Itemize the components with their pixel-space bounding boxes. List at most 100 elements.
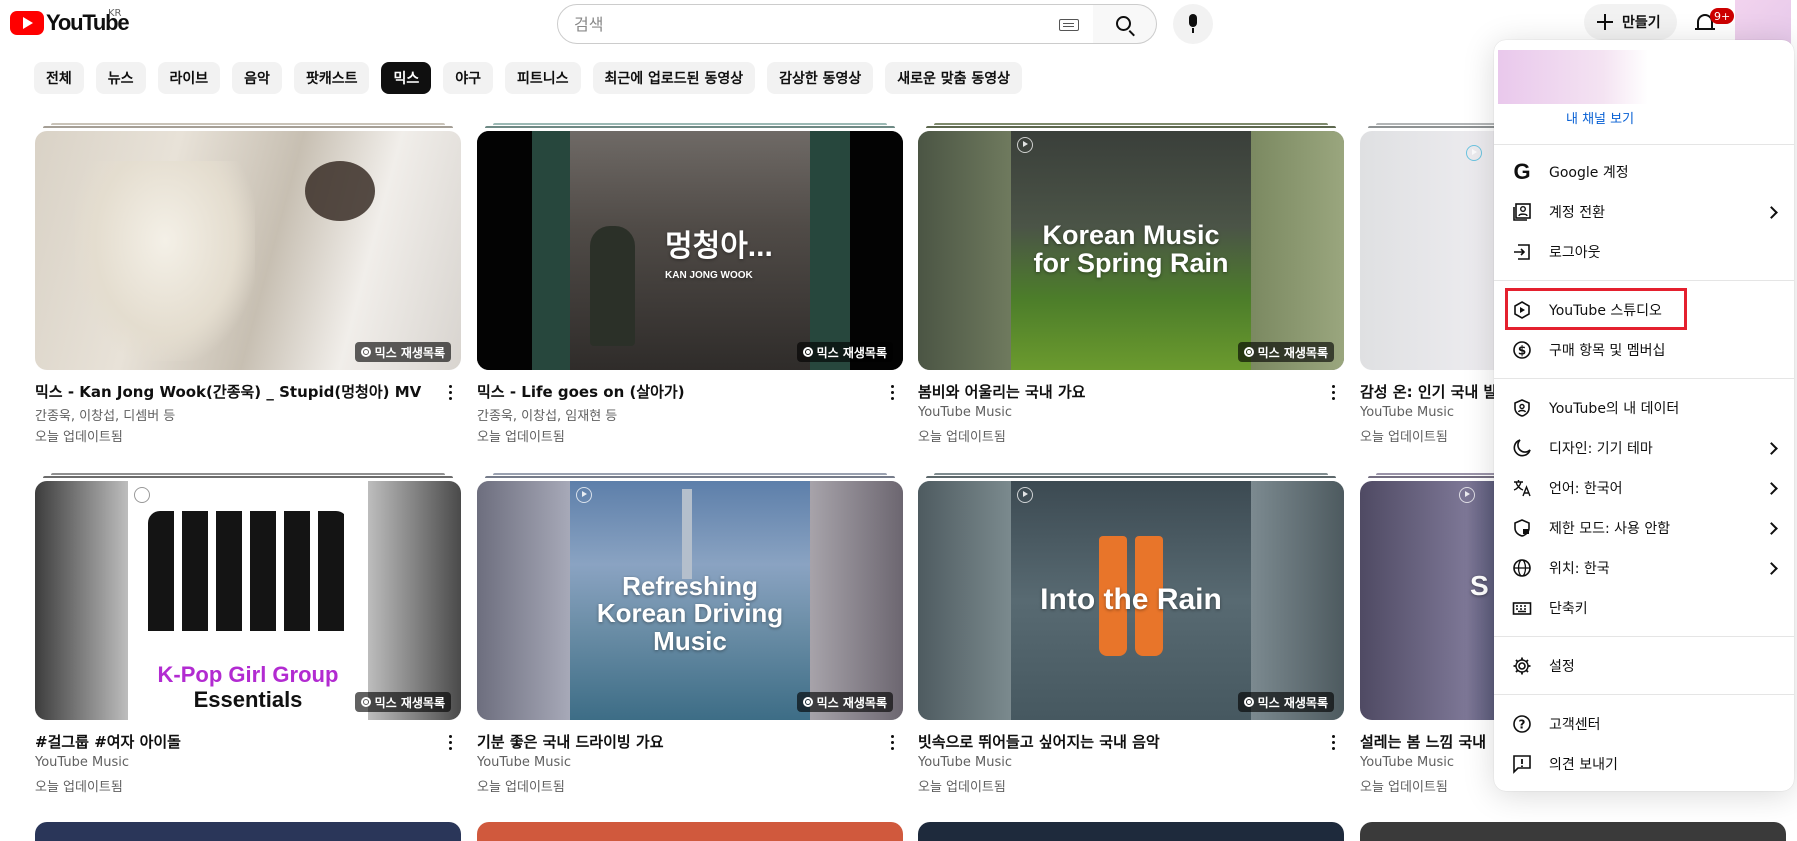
playlist-play-icon <box>134 487 150 503</box>
menu-item-your-data[interactable]: YouTube의 내 데이터 <box>1494 388 1794 428</box>
mix-playlist-badge: 믹스 재생목록 <box>354 342 451 362</box>
chevron-right-icon <box>1765 561 1778 575</box>
video-thumbnail[interactable]: 믹스 재생목록 <box>35 131 461 370</box>
avatar[interactable] <box>1735 0 1791 44</box>
mix-playlist-badge: 믹스 재생목록 <box>354 692 451 712</box>
chip-new-to-you[interactable]: 새로운 맞춤 동영상 <box>885 62 1023 94</box>
thumbnail-subtitle: Essentials <box>193 687 303 712</box>
chip-podcast[interactable]: 팟캐스트 <box>293 62 370 94</box>
video-updated: 오늘 업데이트됨 <box>477 430 565 445</box>
studio-highlight-box <box>1505 288 1687 330</box>
thumbnail-title: Refreshing Korean Driving Music <box>596 571 784 656</box>
mix-icon <box>802 697 813 707</box>
chip-all[interactable]: 전체 <box>34 62 84 94</box>
video-thumbnail[interactable] <box>1360 822 1786 841</box>
more-actions-icon[interactable] <box>891 735 895 751</box>
menu-item-switch-account[interactable]: 계정 전환 <box>1494 192 1794 232</box>
feedback-icon <box>1511 753 1533 775</box>
menu-item-google-account[interactable]: G Google 계정 <box>1494 152 1794 192</box>
menu-item-feedback[interactable]: 의견 보내기 <box>1494 744 1794 784</box>
menu-item-sign-out[interactable]: 로그아웃 <box>1494 232 1794 272</box>
google-icon: G <box>1513 159 1531 184</box>
dollar-icon: $ <box>1511 339 1533 361</box>
view-channel-link[interactable]: 내 채널 보기 <box>1566 108 1634 127</box>
video-thumbnail[interactable] <box>477 822 903 841</box>
search-icon <box>1116 16 1131 31</box>
video-channel: YouTube Music <box>35 755 129 770</box>
more-actions-icon[interactable] <box>1332 735 1336 751</box>
svg-text:?: ? <box>1519 718 1526 732</box>
video-thumbnail[interactable]: 멍청아... KAN JONG WOOK 믹스 재생목록 <box>477 131 903 370</box>
video-thumbnail[interactable] <box>918 822 1344 841</box>
thumbnail-title: 멍청아... <box>665 230 773 263</box>
search-input[interactable] <box>574 14 1014 34</box>
playlist-play-icon <box>1017 487 1033 503</box>
menu-item-appearance[interactable]: 디자인: 기기 테마 <box>1494 428 1794 468</box>
sign-out-icon <box>1511 241 1533 263</box>
thumbnail-subtitle: KAN JONG WOOK <box>665 270 753 281</box>
chevron-right-icon <box>1765 521 1778 535</box>
menu-item-location[interactable]: 위치: 한국 <box>1494 548 1794 588</box>
chip-fitness[interactable]: 피트니스 <box>505 62 581 94</box>
create-button[interactable]: 만들기 <box>1584 4 1677 40</box>
more-actions-icon[interactable] <box>449 735 453 751</box>
video-title[interactable]: 믹스 - Life goes on (살아가) <box>477 381 877 402</box>
video-channel: YouTube Music <box>918 755 1012 770</box>
video-title[interactable]: 믹스 - Kan Jong Wook(간종욱) _ Stupid(멍청아) MV <box>35 381 435 402</box>
menu-item-purchases[interactable]: $ 구매 항목 및 멤버십 <box>1494 330 1794 370</box>
video-updated: 오늘 업데이트됨 <box>1360 780 1448 795</box>
video-title[interactable]: 기분 좋은 국내 드라이빙 가요 <box>477 731 877 752</box>
chip-mix[interactable]: 믹스 <box>381 62 432 94</box>
video-thumbnail[interactable]: K-Pop Girl Group Essentials 믹스 재생목록 <box>35 481 461 720</box>
help-icon: ? <box>1511 713 1533 735</box>
menu-item-restricted-mode[interactable]: 제한 모드: 사용 안함 <box>1494 508 1794 548</box>
video-channels: 간종욱, 이창섭, 임재현 등 <box>477 409 618 424</box>
video-thumbnail[interactable] <box>35 822 461 841</box>
chip-watched[interactable]: 감상한 동영상 <box>767 62 874 94</box>
playlist-play-icon <box>1466 145 1482 161</box>
youtube-play-icon <box>10 11 44 35</box>
video-channel: YouTube Music <box>1360 405 1454 420</box>
chevron-right-icon <box>1765 481 1778 495</box>
shield-person-icon <box>1511 397 1533 419</box>
chip-baseball[interactable]: 야구 <box>443 62 493 94</box>
video-thumbnail[interactable]: Into the Rain 믹스 재생목록 <box>918 481 1344 720</box>
video-thumbnail[interactable]: Korean Music for Spring Rain 믹스 재생목록 <box>918 131 1344 370</box>
keyboard-icon[interactable] <box>1059 19 1079 31</box>
chevron-right-icon <box>1765 441 1778 455</box>
voice-search-button[interactable] <box>1173 4 1213 44</box>
video-title[interactable]: 봄비와 어울리는 국내 가요 <box>918 381 1318 402</box>
chip-recently-uploaded[interactable]: 최근에 업로드된 동영상 <box>592 62 756 94</box>
menu-item-keyboard-shortcuts[interactable]: 단축키 <box>1494 588 1794 628</box>
more-actions-icon[interactable] <box>1332 385 1336 401</box>
gear-icon <box>1511 655 1533 677</box>
menu-item-language[interactable]: 언어: 한국어 <box>1494 468 1794 508</box>
video-updated: 오늘 업데이트됨 <box>477 780 565 795</box>
restricted-icon <box>1511 517 1533 539</box>
playlist-play-icon <box>1017 137 1033 153</box>
video-title[interactable]: 빗속으로 뛰어들고 싶어지는 국내 음악 <box>918 731 1318 752</box>
mix-playlist-badge: 믹스 재생목록 <box>796 342 893 362</box>
mic-icon <box>1189 14 1197 27</box>
search-button[interactable] <box>1093 4 1157 44</box>
chip-news[interactable]: 뉴스 <box>95 62 146 94</box>
chip-music[interactable]: 음악 <box>232 62 282 94</box>
mix-icon <box>360 697 371 707</box>
notification-count-badge: 9+ <box>1710 8 1735 24</box>
more-actions-icon[interactable] <box>449 385 453 401</box>
video-updated: 오늘 업데이트됨 <box>918 430 1006 445</box>
chevron-right-icon <box>1765 205 1778 219</box>
keyboard-icon <box>1511 597 1533 619</box>
video-title[interactable]: #걸그룹 #여자 아이돌 <box>35 731 435 752</box>
menu-item-settings[interactable]: 설정 <box>1494 646 1794 686</box>
mix-icon <box>360 347 371 357</box>
chip-live[interactable]: 라이브 <box>157 62 221 94</box>
svg-text:$: $ <box>1518 344 1526 358</box>
menu-item-help[interactable]: ? 고객센터 <box>1494 704 1794 744</box>
more-actions-icon[interactable] <box>891 385 895 401</box>
video-updated: 오늘 업데이트됨 <box>35 780 123 795</box>
video-thumbnail[interactable]: Refreshing Korean Driving Music 믹스 재생목록 <box>477 481 903 720</box>
playlist-play-icon <box>1459 487 1475 503</box>
mix-icon <box>1243 347 1254 357</box>
mix-playlist-badge: 믹스 재생목록 <box>1237 342 1334 362</box>
